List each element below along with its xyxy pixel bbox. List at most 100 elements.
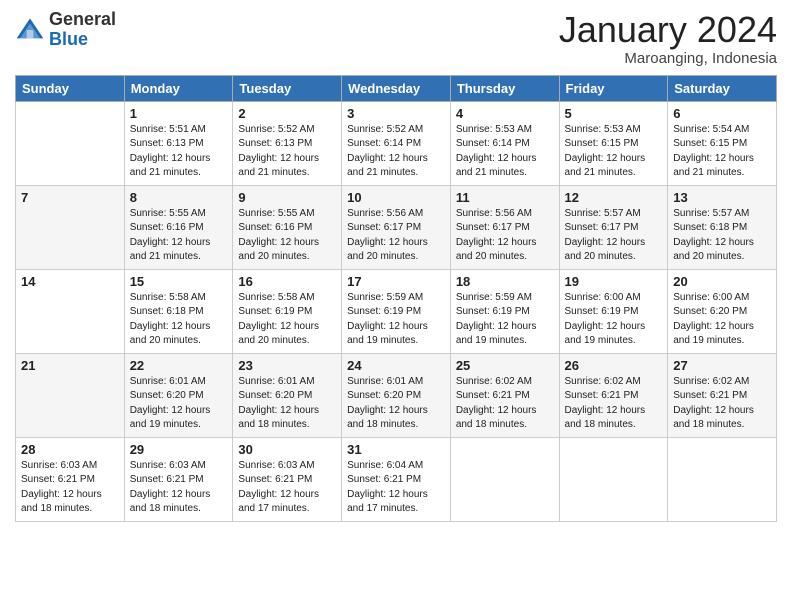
table-row: 13Sunrise: 5:57 AM Sunset: 6:18 PM Dayli…: [668, 185, 777, 269]
logo-general: General: [49, 10, 116, 30]
table-row: 3Sunrise: 5:52 AM Sunset: 6:14 PM Daylig…: [342, 101, 451, 185]
day-info: Sunrise: 5:52 AM Sunset: 6:13 PM Dayligh…: [238, 123, 336, 181]
day-info: Sunrise: 5:56 AM Sunset: 6:17 PM Dayligh…: [347, 207, 445, 265]
day-number: 2: [238, 106, 336, 121]
table-row: 4 Sunrise: 5:53 AM Sunset: 6:14 PM Daylig…: [450, 101, 559, 185]
day-number: 12: [565, 190, 663, 205]
day-number: 1: [130, 106, 228, 121]
table-row: 24Sunrise: 6:01 AM Sunset: 6:20 PM Dayli…: [342, 353, 451, 437]
col-wednesday: Wednesday: [342, 75, 451, 101]
table-row: 30 Sunrise: 6:03 AM Sunset: 6:21 PM Dayli…: [233, 437, 342, 521]
day-info: Sunrise: 5:52 AM Sunset: 6:14 PM Dayligh…: [347, 123, 445, 181]
day-number: 6: [673, 106, 771, 121]
day-number: 27: [673, 358, 771, 373]
day-number: 11: [456, 190, 554, 205]
col-saturday: Saturday: [668, 75, 777, 101]
day-info: Sunrise: 6:02 AM Sunset: 6:21 PM Dayligh…: [456, 375, 554, 433]
page: General Blue January 2024 Maroanging, In…: [0, 0, 792, 612]
table-row: 25 Sunrise: 6:02 AM Sunset: 6:21 PM Dayli…: [450, 353, 559, 437]
col-sunday: Sunday: [16, 75, 125, 101]
calendar-week-row: 1 Sunrise: 5:51 AM Sunset: 6:13 PM Daylig…: [16, 101, 777, 185]
day-info: Sunrise: 5:57 AM Sunset: 6:17 PM Dayligh…: [565, 207, 663, 265]
day-info: Sunrise: 5:58 AM Sunset: 6:19 PM Dayligh…: [238, 291, 336, 349]
table-row: [450, 437, 559, 521]
day-info: Sunrise: 6:03 AM Sunset: 6:21 PM Dayligh…: [130, 459, 228, 517]
day-number: 18: [456, 274, 554, 289]
day-number: 4: [456, 106, 554, 121]
calendar-week-row: 78Sunrise: 5:55 AM Sunset: 6:16 PM Dayli…: [16, 185, 777, 269]
calendar-week-row: 28 Sunrise: 6:03 AM Sunset: 6:21 PM Dayli…: [16, 437, 777, 521]
day-info: Sunrise: 5:56 AM Sunset: 6:17 PM Dayligh…: [456, 207, 554, 265]
logo-icon: [15, 15, 45, 45]
table-row: 26 Sunrise: 6:02 AM Sunset: 6:21 PM Dayli…: [559, 353, 668, 437]
day-number: 25: [456, 358, 554, 373]
day-number: 19: [565, 274, 663, 289]
day-info: Sunrise: 5:55 AM Sunset: 6:16 PM Dayligh…: [238, 207, 336, 265]
day-info: Sunrise: 6:03 AM Sunset: 6:21 PM Dayligh…: [21, 459, 119, 517]
day-number: 31: [347, 442, 445, 457]
day-info: Sunrise: 6:01 AM Sunset: 6:20 PM Dayligh…: [130, 375, 228, 433]
day-info: Sunrise: 5:55 AM Sunset: 6:16 PM Dayligh…: [130, 207, 228, 265]
table-row: [16, 101, 125, 185]
day-number: 15: [130, 274, 228, 289]
calendar-table: Sunday Monday Tuesday Wednesday Thursday…: [15, 75, 777, 522]
day-info: Sunrise: 6:03 AM Sunset: 6:21 PM Dayligh…: [238, 459, 336, 517]
day-number: 24: [347, 358, 445, 373]
col-monday: Monday: [124, 75, 233, 101]
table-row: 28 Sunrise: 6:03 AM Sunset: 6:21 PM Dayli…: [16, 437, 125, 521]
day-number: 29: [130, 442, 228, 457]
table-row: 20Sunrise: 6:00 AM Sunset: 6:20 PM Dayli…: [668, 269, 777, 353]
table-row: 14: [16, 269, 125, 353]
table-row: 17 Sunrise: 5:59 AM Sunset: 6:19 PM Dayli…: [342, 269, 451, 353]
col-tuesday: Tuesday: [233, 75, 342, 101]
table-row: 2 Sunrise: 5:52 AM Sunset: 6:13 PM Daylig…: [233, 101, 342, 185]
logo-area: General Blue: [15, 10, 116, 50]
day-info: Sunrise: 6:02 AM Sunset: 6:21 PM Dayligh…: [565, 375, 663, 433]
table-row: 29 Sunrise: 6:03 AM Sunset: 6:21 PM Dayli…: [124, 437, 233, 521]
day-number: 14: [21, 274, 119, 289]
day-number: 17: [347, 274, 445, 289]
calendar-week-row: 2122Sunrise: 6:01 AM Sunset: 6:20 PM Day…: [16, 353, 777, 437]
day-info: Sunrise: 6:02 AM Sunset: 6:21 PM Dayligh…: [673, 375, 771, 433]
day-info: Sunrise: 5:59 AM Sunset: 6:19 PM Dayligh…: [456, 291, 554, 349]
day-info: Sunrise: 6:04 AM Sunset: 6:21 PM Dayligh…: [347, 459, 445, 517]
table-row: 9Sunrise: 5:55 AM Sunset: 6:16 PM Daylig…: [233, 185, 342, 269]
day-number: 5: [565, 106, 663, 121]
table-row: 19 Sunrise: 6:00 AM Sunset: 6:19 PM Dayli…: [559, 269, 668, 353]
location-title: Maroanging, Indonesia: [559, 50, 777, 67]
table-row: 23 Sunrise: 6:01 AM Sunset: 6:20 PM Dayli…: [233, 353, 342, 437]
table-row: 10 Sunrise: 5:56 AM Sunset: 6:17 PM Dayli…: [342, 185, 451, 269]
day-info: Sunrise: 5:58 AM Sunset: 6:18 PM Dayligh…: [130, 291, 228, 349]
table-row: 15 Sunrise: 5:58 AM Sunset: 6:18 PM Dayli…: [124, 269, 233, 353]
day-info: Sunrise: 5:54 AM Sunset: 6:15 PM Dayligh…: [673, 123, 771, 181]
col-thursday: Thursday: [450, 75, 559, 101]
day-number: 28: [21, 442, 119, 457]
table-row: 27 Sunrise: 6:02 AM Sunset: 6:21 PM Dayli…: [668, 353, 777, 437]
day-number: 22: [130, 358, 228, 373]
day-info: Sunrise: 5:51 AM Sunset: 6:13 PM Dayligh…: [130, 123, 228, 181]
logo-text: General Blue: [49, 10, 116, 50]
day-number: 20: [673, 274, 771, 289]
day-info: Sunrise: 5:59 AM Sunset: 6:19 PM Dayligh…: [347, 291, 445, 349]
table-row: 12 Sunrise: 5:57 AM Sunset: 6:17 PM Dayli…: [559, 185, 668, 269]
calendar-week-row: 14 15 Sunrise: 5:58 AM Sunset: 6:18 PM Day…: [16, 269, 777, 353]
table-row: 8 Sunrise: 5:55 AM Sunset: 6:16 PM Daylig…: [124, 185, 233, 269]
day-number: 23: [238, 358, 336, 373]
day-number: 16: [238, 274, 336, 289]
day-info: Sunrise: 5:53 AM Sunset: 6:14 PM Dayligh…: [456, 123, 554, 181]
table-row: 16 Sunrise: 5:58 AM Sunset: 6:19 PM Dayli…: [233, 269, 342, 353]
month-title: January 2024: [559, 10, 777, 50]
day-number: 13: [673, 190, 771, 205]
table-row: 11 Sunrise: 5:56 AM Sunset: 6:17 PM Dayli…: [450, 185, 559, 269]
day-info: Sunrise: 6:01 AM Sunset: 6:20 PM Dayligh…: [238, 375, 336, 433]
table-row: 5Sunrise: 5:53 AM Sunset: 6:15 PM Daylig…: [559, 101, 668, 185]
day-info: Sunrise: 6:00 AM Sunset: 6:19 PM Dayligh…: [565, 291, 663, 349]
day-number: 30: [238, 442, 336, 457]
calendar-header-row: Sunday Monday Tuesday Wednesday Thursday…: [16, 75, 777, 101]
day-number: 26: [565, 358, 663, 373]
day-number: 8: [130, 190, 228, 205]
logo-blue: Blue: [49, 30, 116, 50]
table-row: 1 Sunrise: 5:51 AM Sunset: 6:13 PM Daylig…: [124, 101, 233, 185]
day-number: 10: [347, 190, 445, 205]
table-row: [668, 437, 777, 521]
